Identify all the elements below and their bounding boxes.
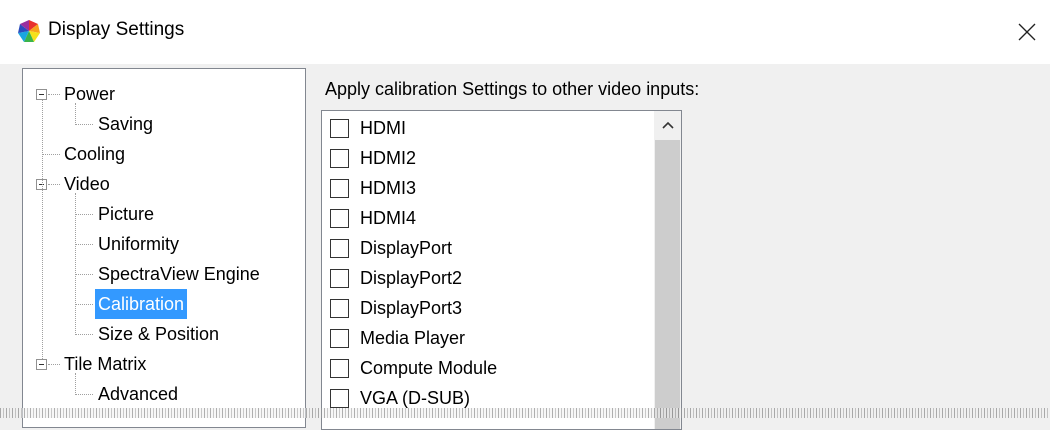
tree-connector bbox=[48, 184, 60, 185]
tree-connector bbox=[75, 103, 76, 125]
tree-item[interactable]: Calibration bbox=[95, 289, 188, 319]
video-input-checkbox[interactable] bbox=[330, 388, 349, 408]
tree-item-label: Power bbox=[64, 84, 116, 104]
video-input-label: HDMI bbox=[360, 117, 406, 138]
video-input-label: HDMI2 bbox=[360, 147, 417, 168]
video-input-label: VGA (D-SUB) bbox=[360, 387, 471, 408]
tree-item[interactable]: Cooling bbox=[61, 139, 128, 169]
tree-connector bbox=[48, 94, 60, 95]
scroll-thumb[interactable] bbox=[655, 140, 680, 429]
color-wheel-icon bbox=[18, 20, 40, 42]
video-input-checkbox[interactable] bbox=[330, 118, 349, 138]
video-input-item[interactable]: HDMI bbox=[330, 113, 406, 143]
tree-connector bbox=[48, 364, 60, 365]
tree-item-label: Size & Position bbox=[98, 324, 220, 344]
tree-connector bbox=[75, 244, 93, 245]
tree-connector bbox=[75, 334, 93, 335]
video-input-label: HDMI3 bbox=[360, 177, 417, 198]
close-button[interactable] bbox=[1004, 10, 1050, 54]
video-input-checkbox[interactable] bbox=[330, 148, 349, 168]
tree-item-label: Video bbox=[64, 174, 110, 194]
tree-item-label: SpectraView Engine bbox=[98, 264, 260, 284]
video-input-item[interactable]: Media Player bbox=[330, 323, 465, 353]
video-input-item[interactable]: HDMI4 bbox=[330, 203, 416, 233]
tree-item[interactable]: Video bbox=[61, 169, 113, 199]
video-input-label: DisplayPort2 bbox=[360, 267, 463, 288]
video-input-item[interactable]: HDMI3 bbox=[330, 173, 416, 203]
tree-item[interactable]: Saving bbox=[95, 109, 156, 139]
tree-item[interactable]: Advanced bbox=[95, 379, 181, 409]
tree-connector bbox=[75, 304, 93, 305]
tree-connector bbox=[42, 100, 43, 359]
tree-item-label: Calibration bbox=[95, 289, 188, 319]
dialog-body: Power Saving Cooling Video Picture Uniformity… bbox=[0, 64, 1050, 430]
video-input-checkbox[interactable] bbox=[330, 298, 349, 318]
video-input-label: Media Player bbox=[360, 327, 466, 348]
video-input-label: DisplayPort3 bbox=[360, 297, 463, 318]
video-input-checkbox[interactable] bbox=[330, 208, 349, 228]
tree-item-label: Cooling bbox=[64, 144, 126, 164]
tree-item-label: Uniformity bbox=[98, 234, 180, 254]
tree-connector bbox=[75, 124, 93, 125]
title-bar: Display Settings bbox=[0, 0, 1050, 64]
tree-item[interactable]: Picture bbox=[95, 199, 157, 229]
tree-connector bbox=[75, 214, 93, 215]
video-input-checkbox[interactable] bbox=[330, 178, 349, 198]
video-input-item[interactable]: DisplayPort bbox=[330, 233, 452, 263]
video-input-label: HDMI4 bbox=[360, 207, 417, 228]
tree-item[interactable]: SpectraView Engine bbox=[95, 259, 263, 289]
apply-calibration-label: Apply calibration Settings to other vide… bbox=[325, 79, 700, 99]
tree-item-label: Advanced bbox=[98, 384, 179, 404]
video-inputs-list[interactable]: HDMI HDMI2 HDMI3 HDMI4 DisplayPort DisplayPor… bbox=[321, 110, 682, 430]
collapse-toggle-icon[interactable] bbox=[36, 89, 47, 100]
video-input-checkbox[interactable] bbox=[330, 268, 349, 288]
scroll-up-button[interactable] bbox=[654, 111, 681, 139]
video-input-item[interactable]: Compute Module bbox=[330, 353, 497, 383]
overlapping-window-edge bbox=[0, 408, 1050, 418]
collapse-toggle-icon[interactable] bbox=[36, 359, 47, 370]
tree-item[interactable]: Uniformity bbox=[95, 229, 182, 259]
video-input-checkbox[interactable] bbox=[330, 328, 349, 348]
window-title: Display Settings bbox=[48, 19, 185, 40]
video-input-item[interactable]: HDMI2 bbox=[330, 143, 416, 173]
video-input-item[interactable]: DisplayPort2 bbox=[330, 263, 462, 293]
video-input-checkbox[interactable] bbox=[330, 238, 349, 258]
video-input-item[interactable]: DisplayPort3 bbox=[330, 293, 462, 323]
tree-item[interactable]: Power bbox=[61, 79, 118, 109]
video-input-checkbox[interactable] bbox=[330, 358, 349, 378]
list-scrollbar[interactable] bbox=[654, 111, 681, 429]
video-input-label: Compute Module bbox=[360, 357, 498, 378]
tree-connector bbox=[75, 394, 93, 395]
tree-item-label: Picture bbox=[98, 204, 155, 224]
tree-connector bbox=[75, 373, 76, 395]
video-input-label: DisplayPort bbox=[360, 237, 453, 258]
close-icon bbox=[1018, 23, 1036, 41]
tree-connector bbox=[42, 154, 60, 155]
tree-item[interactable]: Size & Position bbox=[95, 319, 222, 349]
tree-connector bbox=[75, 274, 93, 275]
tree-item-label: Saving bbox=[98, 114, 154, 134]
chevron-up-icon bbox=[661, 121, 674, 129]
settings-tree[interactable]: Power Saving Cooling Video Picture Uniformity… bbox=[22, 68, 306, 428]
tree-connector bbox=[75, 193, 76, 335]
